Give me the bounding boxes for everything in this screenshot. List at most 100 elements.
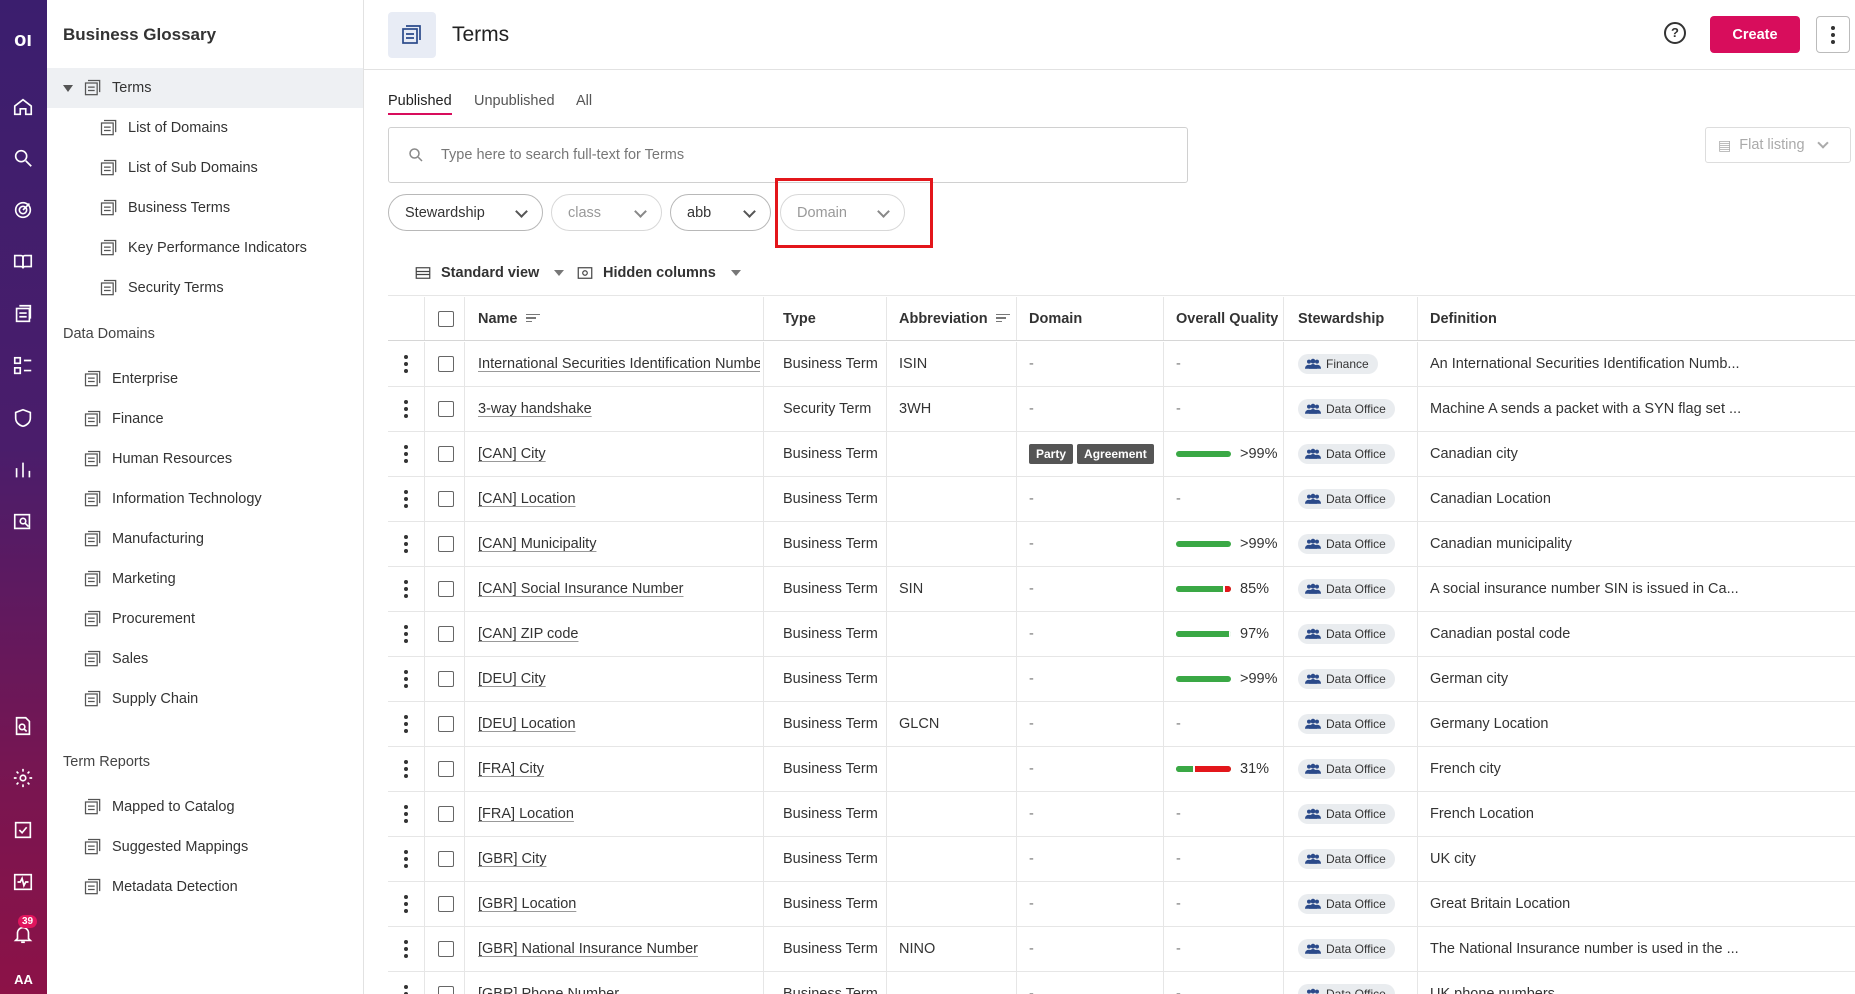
row-menu-icon[interactable] <box>404 580 408 598</box>
term-name-link[interactable]: [GBR] Location <box>478 896 576 912</box>
row-menu-icon[interactable] <box>404 940 408 958</box>
search-icon[interactable] <box>9 144 37 172</box>
tab-published[interactable]: Published <box>388 93 452 115</box>
row-menu-icon[interactable] <box>404 895 408 913</box>
row-menu-icon[interactable] <box>404 760 408 778</box>
radar-icon[interactable] <box>9 196 37 224</box>
table-row[interactable]: [CAN] City Business Term Party Agreement >99… <box>388 432 1855 477</box>
sidebar-term-item[interactable]: Security Terms <box>47 268 363 308</box>
term-name-link[interactable]: 3-way handshake <box>478 401 592 417</box>
table-row[interactable]: [FRA] Location Business Term - - Data Office… <box>388 792 1855 837</box>
term-name-link[interactable]: [GBR] Phone Number <box>478 986 619 994</box>
table-row[interactable]: [CAN] Social Insurance Number Business Te… <box>388 567 1855 612</box>
steward-badge[interactable]: Data Office <box>1298 804 1395 824</box>
term-name-link[interactable]: [DEU] City <box>478 671 546 687</box>
table-row[interactable]: [DEU] City Business Term - >99% Data Office G… <box>388 657 1855 702</box>
row-menu-icon[interactable] <box>404 985 408 994</box>
table-row[interactable]: 3-way handshake Security Term 3WH - - Data Of… <box>388 387 1855 432</box>
steward-badge[interactable]: Data Office <box>1298 624 1395 644</box>
gear-icon[interactable] <box>9 764 37 792</box>
row-checkbox[interactable] <box>438 851 454 867</box>
hidden-columns-dropdown[interactable]: Hidden columns <box>576 264 741 282</box>
row-menu-icon[interactable] <box>404 670 408 688</box>
row-checkbox[interactable] <box>438 491 454 507</box>
tab-all[interactable]: All <box>576 93 592 109</box>
sidebar-domain-item[interactable]: Finance <box>47 399 363 439</box>
row-checkbox[interactable] <box>438 941 454 957</box>
table-row[interactable]: [FRA] City Business Term - 31% Data Office Fr… <box>388 747 1855 792</box>
column-header-type[interactable]: Type <box>783 297 816 340</box>
steward-badge[interactable]: Data Office <box>1298 534 1395 554</box>
sidebar-report-item[interactable]: Suggested Mappings <box>47 827 363 867</box>
tab-unpublished[interactable]: Unpublished <box>474 93 555 109</box>
steward-badge[interactable]: Data Office <box>1298 894 1395 914</box>
row-checkbox[interactable] <box>438 446 454 462</box>
home-icon[interactable] <box>9 93 37 121</box>
steward-badge[interactable]: Data Office <box>1298 444 1395 464</box>
row-menu-icon[interactable] <box>404 850 408 868</box>
sidebar-domain-item[interactable]: Manufacturing <box>47 519 363 559</box>
table-row[interactable]: [DEU] Location Business Term GLCN - - Data Of… <box>388 702 1855 747</box>
row-checkbox[interactable] <box>438 806 454 822</box>
glossary-icon[interactable] <box>9 300 37 328</box>
sidebar-report-item[interactable]: Mapped to Catalog <box>47 787 363 827</box>
sidebar-domain-item[interactable]: Procurement <box>47 599 363 639</box>
steward-badge[interactable]: Data Office <box>1298 714 1395 734</box>
sort-icon[interactable] <box>525 313 540 324</box>
row-checkbox[interactable] <box>438 671 454 687</box>
sidebar-term-item[interactable]: Business Terms <box>47 188 363 228</box>
sidebar-domain-item[interactable]: Enterprise <box>47 359 363 399</box>
steward-badge[interactable]: Finance <box>1298 354 1378 374</box>
standard-view-dropdown[interactable]: Standard view <box>414 264 565 282</box>
table-row[interactable]: [GBR] Phone Number Business Term - - Data Of… <box>388 972 1855 994</box>
steward-badge[interactable]: Data Office <box>1298 759 1395 779</box>
column-header-stewardship[interactable]: Stewardship <box>1298 297 1384 340</box>
table-row[interactable]: [GBR] National Insurance Number Business … <box>388 927 1855 972</box>
steward-badge[interactable]: Data Office <box>1298 399 1395 419</box>
column-header-name[interactable]: Name <box>478 297 540 340</box>
row-checkbox[interactable] <box>438 581 454 597</box>
row-checkbox[interactable] <box>438 896 454 912</box>
term-name-link[interactable]: [GBR] National Insurance Number <box>478 941 698 957</box>
row-menu-icon[interactable] <box>404 355 408 373</box>
domain-tag[interactable]: Party <box>1029 444 1074 464</box>
select-all-checkbox[interactable] <box>438 310 454 327</box>
steward-badge[interactable]: Data Office <box>1298 939 1395 959</box>
expand-caret-icon[interactable] <box>63 84 73 92</box>
term-name-link[interactable]: [CAN] ZIP code <box>478 626 578 642</box>
filter-class[interactable]: class <box>551 194 662 231</box>
row-menu-icon[interactable] <box>404 625 408 643</box>
table-row[interactable]: International Securities Identification … <box>388 342 1855 387</box>
document-search-icon[interactable] <box>9 712 37 740</box>
sidebar-term-item[interactable]: List of Domains <box>47 108 363 148</box>
term-name-link[interactable]: [GBR] City <box>478 851 546 867</box>
row-checkbox[interactable] <box>438 536 454 552</box>
row-checkbox[interactable] <box>438 356 454 372</box>
domain-tag[interactable]: Agreement <box>1077 444 1154 464</box>
flat-listing-select[interactable]: ▤ Flat listing <box>1705 127 1851 163</box>
sidebar-domain-item[interactable]: Supply Chain <box>47 679 363 719</box>
term-name-link[interactable]: [CAN] Municipality <box>478 536 596 552</box>
term-name-link[interactable]: [FRA] City <box>478 761 544 777</box>
sidebar-report-item[interactable]: Metadata Detection <box>47 867 363 907</box>
report-search-icon[interactable] <box>9 508 37 536</box>
steward-badge[interactable]: Data Office <box>1298 849 1395 869</box>
steward-badge[interactable]: Data Office <box>1298 984 1395 994</box>
shield-icon[interactable] <box>9 404 37 432</box>
row-menu-icon[interactable] <box>404 445 408 463</box>
table-row[interactable]: [GBR] City Business Term - - Data Office UK c… <box>388 837 1855 882</box>
row-checkbox[interactable] <box>438 401 454 417</box>
create-button[interactable]: Create <box>1710 16 1800 53</box>
row-menu-icon[interactable] <box>404 490 408 508</box>
filter-stewardship[interactable]: Stewardship <box>388 194 543 231</box>
row-checkbox[interactable] <box>438 761 454 777</box>
steward-badge[interactable]: Data Office <box>1298 669 1395 689</box>
sidebar-term-item[interactable]: List of Sub Domains <box>47 148 363 188</box>
search-input[interactable] <box>441 147 1141 163</box>
term-name-link[interactable]: [CAN] City <box>478 446 546 462</box>
sidebar-term-item[interactable]: Key Performance Indicators <box>47 228 363 268</box>
column-header-domain[interactable]: Domain <box>1029 297 1082 340</box>
column-header-quality[interactable]: Overall Quality <box>1176 297 1278 340</box>
filter-abb[interactable]: abb <box>670 194 771 231</box>
table-row[interactable]: [CAN] ZIP code Business Term - 97% Data Offi… <box>388 612 1855 657</box>
